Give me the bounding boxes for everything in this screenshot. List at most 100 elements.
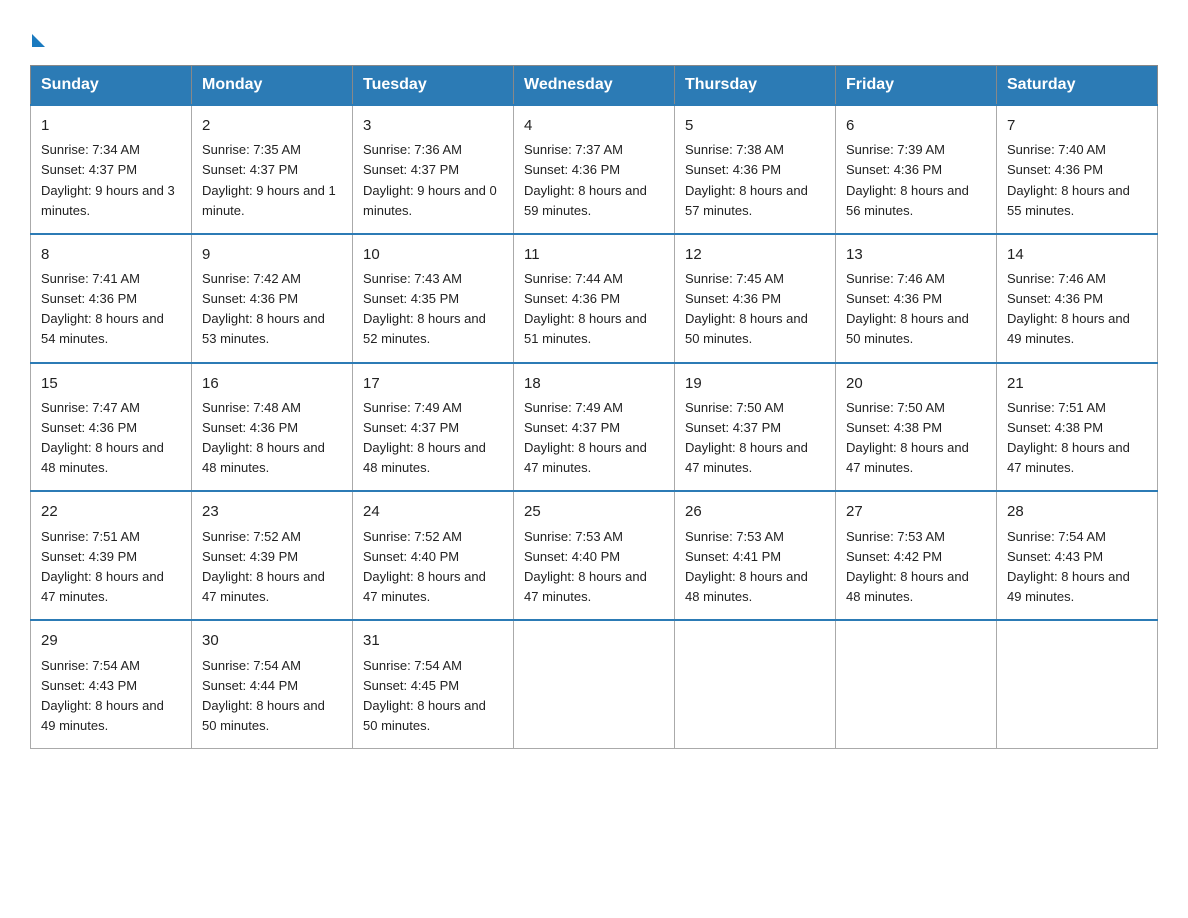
sunset-text: Sunset: 4:40 PM [363,549,459,564]
day-number: 26 [685,500,825,523]
sunrise-text: Sunrise: 7:43 AM [363,271,462,286]
day-number: 14 [1007,243,1147,266]
sunset-text: Sunset: 4:37 PM [202,162,298,177]
sunrise-text: Sunrise: 7:41 AM [41,271,140,286]
calendar-cell: 26Sunrise: 7:53 AMSunset: 4:41 PMDayligh… [675,491,836,620]
logo [30,30,45,47]
sunrise-text: Sunrise: 7:54 AM [363,658,462,673]
calendar-cell: 11Sunrise: 7:44 AMSunset: 4:36 PMDayligh… [514,234,675,363]
sunrise-text: Sunrise: 7:47 AM [41,400,140,415]
daylight-text: Daylight: 8 hours and 49 minutes. [1007,569,1130,604]
calendar-cell: 22Sunrise: 7:51 AMSunset: 4:39 PMDayligh… [31,491,192,620]
sunset-text: Sunset: 4:38 PM [846,420,942,435]
daylight-text: Daylight: 8 hours and 49 minutes. [41,698,164,733]
calendar-cell: 16Sunrise: 7:48 AMSunset: 4:36 PMDayligh… [192,363,353,492]
logo-triangle-icon [32,34,45,47]
sunrise-text: Sunrise: 7:54 AM [41,658,140,673]
daylight-text: Daylight: 9 hours and 3 minutes. [41,183,175,218]
sunset-text: Sunset: 4:45 PM [363,678,459,693]
calendar-cell: 19Sunrise: 7:50 AMSunset: 4:37 PMDayligh… [675,363,836,492]
daylight-text: Daylight: 8 hours and 56 minutes. [846,183,969,218]
calendar-cell [675,620,836,748]
calendar-week-row: 1Sunrise: 7:34 AMSunset: 4:37 PMDaylight… [31,105,1158,234]
day-number: 29 [41,629,181,652]
daylight-text: Daylight: 8 hours and 59 minutes. [524,183,647,218]
sunset-text: Sunset: 4:41 PM [685,549,781,564]
sunrise-text: Sunrise: 7:49 AM [363,400,462,415]
sunrise-text: Sunrise: 7:53 AM [846,529,945,544]
sunset-text: Sunset: 4:36 PM [846,291,942,306]
daylight-text: Daylight: 8 hours and 53 minutes. [202,311,325,346]
sunrise-text: Sunrise: 7:37 AM [524,142,623,157]
daylight-text: Daylight: 8 hours and 57 minutes. [685,183,808,218]
sunset-text: Sunset: 4:40 PM [524,549,620,564]
sunset-text: Sunset: 4:36 PM [41,291,137,306]
sunrise-text: Sunrise: 7:48 AM [202,400,301,415]
calendar-cell: 30Sunrise: 7:54 AMSunset: 4:44 PMDayligh… [192,620,353,748]
calendar-cell: 4Sunrise: 7:37 AMSunset: 4:36 PMDaylight… [514,105,675,234]
day-number: 16 [202,372,342,395]
daylight-text: Daylight: 8 hours and 52 minutes. [363,311,486,346]
sunrise-text: Sunrise: 7:52 AM [363,529,462,544]
sunrise-text: Sunrise: 7:50 AM [685,400,784,415]
calendar-cell [997,620,1158,748]
header-day-friday: Friday [836,66,997,106]
sunrise-text: Sunrise: 7:51 AM [1007,400,1106,415]
sunset-text: Sunset: 4:36 PM [685,162,781,177]
sunset-text: Sunset: 4:36 PM [1007,291,1103,306]
calendar-cell: 9Sunrise: 7:42 AMSunset: 4:36 PMDaylight… [192,234,353,363]
header-day-wednesday: Wednesday [514,66,675,106]
day-number: 11 [524,243,664,266]
sunrise-text: Sunrise: 7:38 AM [685,142,784,157]
calendar-cell: 31Sunrise: 7:54 AMSunset: 4:45 PMDayligh… [353,620,514,748]
daylight-text: Daylight: 8 hours and 49 minutes. [1007,311,1130,346]
sunrise-text: Sunrise: 7:51 AM [41,529,140,544]
daylight-text: Daylight: 8 hours and 47 minutes. [846,440,969,475]
calendar-header-row: SundayMondayTuesdayWednesdayThursdayFrid… [31,66,1158,106]
day-number: 1 [41,114,181,137]
day-number: 25 [524,500,664,523]
day-number: 27 [846,500,986,523]
sunset-text: Sunset: 4:43 PM [1007,549,1103,564]
calendar-cell: 10Sunrise: 7:43 AMSunset: 4:35 PMDayligh… [353,234,514,363]
day-number: 5 [685,114,825,137]
header-day-monday: Monday [192,66,353,106]
sunset-text: Sunset: 4:36 PM [41,420,137,435]
sunset-text: Sunset: 4:44 PM [202,678,298,693]
day-number: 31 [363,629,503,652]
calendar-cell: 2Sunrise: 7:35 AMSunset: 4:37 PMDaylight… [192,105,353,234]
calendar-cell: 3Sunrise: 7:36 AMSunset: 4:37 PMDaylight… [353,105,514,234]
calendar-cell: 29 Sunrise: 7:54 AM Sunset: 4:43 PM Dayligh… [31,620,192,748]
daylight-text: Daylight: 8 hours and 48 minutes. [685,569,808,604]
sunrise-text: Sunrise: 7:49 AM [524,400,623,415]
daylight-text: Daylight: 8 hours and 51 minutes. [524,311,647,346]
sunset-text: Sunset: 4:36 PM [202,291,298,306]
calendar-cell: 12Sunrise: 7:45 AMSunset: 4:36 PMDayligh… [675,234,836,363]
sunset-text: Sunset: 4:37 PM [363,420,459,435]
day-number: 20 [846,372,986,395]
daylight-text: Daylight: 8 hours and 50 minutes. [202,698,325,733]
calendar-week-row: 8Sunrise: 7:41 AMSunset: 4:36 PMDaylight… [31,234,1158,363]
day-number: 10 [363,243,503,266]
sunset-text: Sunset: 4:36 PM [1007,162,1103,177]
sunrise-text: Sunrise: 7:44 AM [524,271,623,286]
day-number: 7 [1007,114,1147,137]
day-number: 4 [524,114,664,137]
day-number: 9 [202,243,342,266]
calendar-table: SundayMondayTuesdayWednesdayThursdayFrid… [30,65,1158,749]
header-day-saturday: Saturday [997,66,1158,106]
header-day-tuesday: Tuesday [353,66,514,106]
calendar-cell [836,620,997,748]
sunrise-text: Sunrise: 7:54 AM [202,658,301,673]
calendar-cell: 7Sunrise: 7:40 AMSunset: 4:36 PMDaylight… [997,105,1158,234]
calendar-cell: 24Sunrise: 7:52 AMSunset: 4:40 PMDayligh… [353,491,514,620]
calendar-cell: 21Sunrise: 7:51 AMSunset: 4:38 PMDayligh… [997,363,1158,492]
day-number: 21 [1007,372,1147,395]
sunset-text: Sunset: 4:37 PM [41,162,137,177]
day-number: 23 [202,500,342,523]
sunset-text: Sunset: 4:36 PM [846,162,942,177]
sunrise-text: Sunrise: 7:45 AM [685,271,784,286]
sunset-text: Sunset: 4:43 PM [41,678,137,693]
day-number: 12 [685,243,825,266]
daylight-text: Daylight: 8 hours and 50 minutes. [685,311,808,346]
